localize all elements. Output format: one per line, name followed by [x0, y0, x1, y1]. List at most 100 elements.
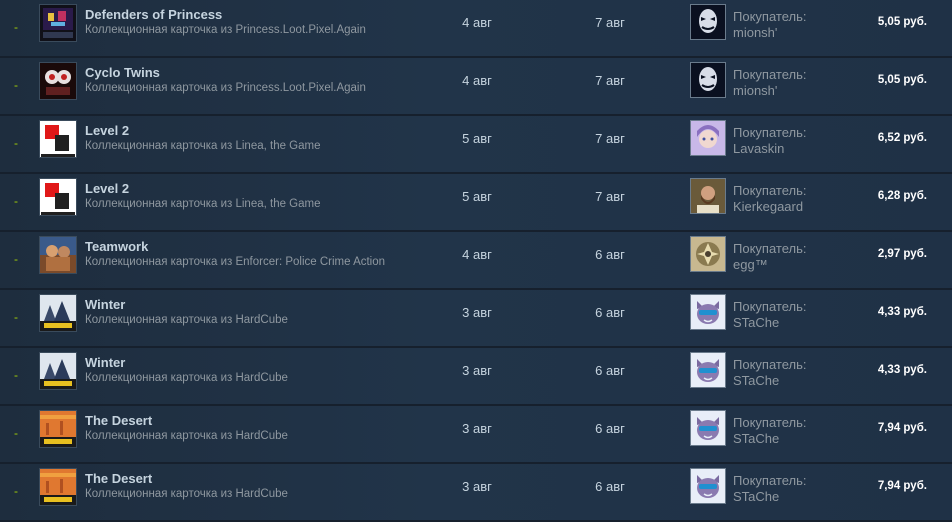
buyer-name[interactable]: STaChe: [733, 373, 806, 389]
linea-card-icon[interactable]: [39, 120, 77, 158]
defenders-card-icon[interactable]: [39, 4, 77, 42]
item-game-source: Коллекционная карточка из Linea, the Gam…: [85, 198, 321, 210]
item-game-source: Коллекционная карточка из HardCube: [85, 372, 288, 384]
cat-avatar-icon[interactable]: [690, 410, 726, 446]
acted-date: 7 авг: [595, 131, 625, 146]
status-marker: -: [14, 426, 18, 440]
listing-row[interactable]: - The Desert Коллекционная карточка из H…: [0, 464, 952, 522]
cat-avatar-icon[interactable]: [690, 294, 726, 330]
status-marker: -: [14, 252, 18, 266]
listing-row[interactable]: - The Desert Коллекционная карточка из H…: [0, 406, 952, 464]
sale-price: 6,28 руб.: [877, 190, 927, 202]
market-history-list: - Defenders of Princess Коллекционная ка…: [0, 0, 952, 522]
buyer-name[interactable]: egg™: [733, 257, 806, 273]
buyer-info: Покупатель: Lavaskin: [733, 125, 806, 157]
item-game-source: Коллекционная карточка из HardCube: [85, 314, 288, 326]
item-name[interactable]: The Desert: [85, 413, 152, 428]
mask-avatar-icon[interactable]: [690, 62, 726, 98]
buyer-label: Покупатель:: [733, 125, 807, 140]
acted-date: 6 авг: [595, 479, 625, 494]
cat-avatar-icon[interactable]: [690, 352, 726, 388]
acted-date: 7 авг: [595, 73, 625, 88]
item-name[interactable]: The Desert: [85, 471, 152, 486]
listed-date: 4 авг: [462, 247, 492, 262]
status-marker: -: [14, 368, 18, 382]
hardcube-winter-card-icon[interactable]: [39, 294, 77, 332]
listing-row[interactable]: - Defenders of Princess Коллекционная ка…: [0, 0, 952, 58]
linea-card-icon[interactable]: [39, 178, 77, 216]
mask-avatar-icon[interactable]: [690, 4, 726, 40]
buyer-info: Покупатель: Kierkegaard: [733, 183, 806, 215]
listing-row[interactable]: - Teamwork Коллекционная карточка из Enf…: [0, 232, 952, 290]
acted-date: 6 авг: [595, 305, 625, 320]
listing-row[interactable]: - Winter Коллекционная карточка из HardC…: [0, 290, 952, 348]
buyer-info: Покупатель: mionsh': [733, 9, 806, 41]
buyer-name[interactable]: STaChe: [733, 431, 806, 447]
buyer-name[interactable]: Lavaskin: [733, 141, 806, 157]
status-marker: -: [14, 20, 18, 34]
sale-price: 6,52 руб.: [877, 132, 927, 144]
hardcube-desert-card-icon[interactable]: [39, 468, 77, 506]
item-name[interactable]: Teamwork: [85, 239, 148, 254]
buyer-name[interactable]: mionsh': [733, 25, 806, 41]
cyclo-twins-card-icon[interactable]: [39, 62, 77, 100]
item-game-source: Коллекционная карточка из Enforcer: Poli…: [85, 256, 386, 268]
listed-date: 3 авг: [462, 305, 492, 320]
buyer-label: Покупатель:: [733, 415, 807, 430]
sale-price: 4,33 руб.: [877, 306, 927, 318]
sale-price: 7,94 руб.: [877, 422, 927, 434]
acted-date: 7 авг: [595, 189, 625, 204]
status-marker: -: [14, 136, 18, 150]
acted-date: 7 авг: [595, 15, 625, 30]
item-game-source: Коллекционная карточка из Princess.Loot.…: [85, 24, 366, 36]
buyer-label: Покупатель:: [733, 299, 807, 314]
buyer-name[interactable]: Kierkegaard: [733, 199, 806, 215]
buyer-info: Покупатель: STaChe: [733, 473, 806, 505]
status-marker: -: [14, 484, 18, 498]
anime-avatar-icon[interactable]: [690, 120, 726, 156]
buyer-name[interactable]: STaChe: [733, 489, 806, 505]
listing-row[interactable]: - Level 2 Коллекционная карточка из Line…: [0, 116, 952, 174]
item-game-source: Коллекционная карточка из Princess.Loot.…: [85, 82, 366, 94]
sale-price: 4,33 руб.: [877, 364, 927, 376]
buyer-label: Покупатель:: [733, 9, 807, 24]
status-marker: -: [14, 310, 18, 324]
item-name[interactable]: Cyclo Twins: [85, 65, 160, 80]
sale-price: 7,94 руб.: [877, 480, 927, 492]
item-game-source: Коллекционная карточка из HardCube: [85, 430, 288, 442]
item-game-source: Коллекционная карточка из HardCube: [85, 488, 288, 500]
sale-price: 2,97 руб.: [877, 248, 927, 260]
buyer-info: Покупатель: STaChe: [733, 299, 806, 331]
listing-row[interactable]: - Level 2 Коллекционная карточка из Line…: [0, 174, 952, 232]
item-name[interactable]: Winter: [85, 355, 125, 370]
item-name[interactable]: Defenders of Princess: [85, 7, 222, 22]
cat-avatar-icon[interactable]: [690, 468, 726, 504]
buyer-name[interactable]: mionsh': [733, 83, 806, 99]
buyer-label: Покупатель:: [733, 357, 807, 372]
hardcube-desert-card-icon[interactable]: [39, 410, 77, 448]
teamwork-card-icon[interactable]: [39, 236, 77, 274]
buyer-label: Покупатель:: [733, 183, 807, 198]
buyer-name[interactable]: STaChe: [733, 315, 806, 331]
acted-date: 6 авг: [595, 247, 625, 262]
listed-date: 3 авг: [462, 421, 492, 436]
item-name[interactable]: Level 2: [85, 123, 129, 138]
buyer-label: Покупатель:: [733, 67, 807, 82]
item-name[interactable]: Winter: [85, 297, 125, 312]
listed-date: 5 авг: [462, 189, 492, 204]
listed-date: 3 авг: [462, 363, 492, 378]
hardcube-winter-card-icon[interactable]: [39, 352, 77, 390]
buyer-label: Покупатель:: [733, 241, 807, 256]
listing-row[interactable]: - Cyclo Twins Коллекционная карточка из …: [0, 58, 952, 116]
sale-price: 5,05 руб.: [877, 74, 927, 86]
buyer-info: Покупатель: egg™: [733, 241, 806, 273]
listed-date: 4 авг: [462, 73, 492, 88]
listed-date: 3 авг: [462, 479, 492, 494]
emblem-avatar-icon[interactable]: [690, 236, 726, 272]
item-name[interactable]: Level 2: [85, 181, 129, 196]
bearded-man-avatar-icon[interactable]: [690, 178, 726, 214]
acted-date: 6 авг: [595, 421, 625, 436]
buyer-info: Покупатель: mionsh': [733, 67, 806, 99]
buyer-info: Покупатель: STaChe: [733, 357, 806, 389]
listing-row[interactable]: - Winter Коллекционная карточка из HardC…: [0, 348, 952, 406]
